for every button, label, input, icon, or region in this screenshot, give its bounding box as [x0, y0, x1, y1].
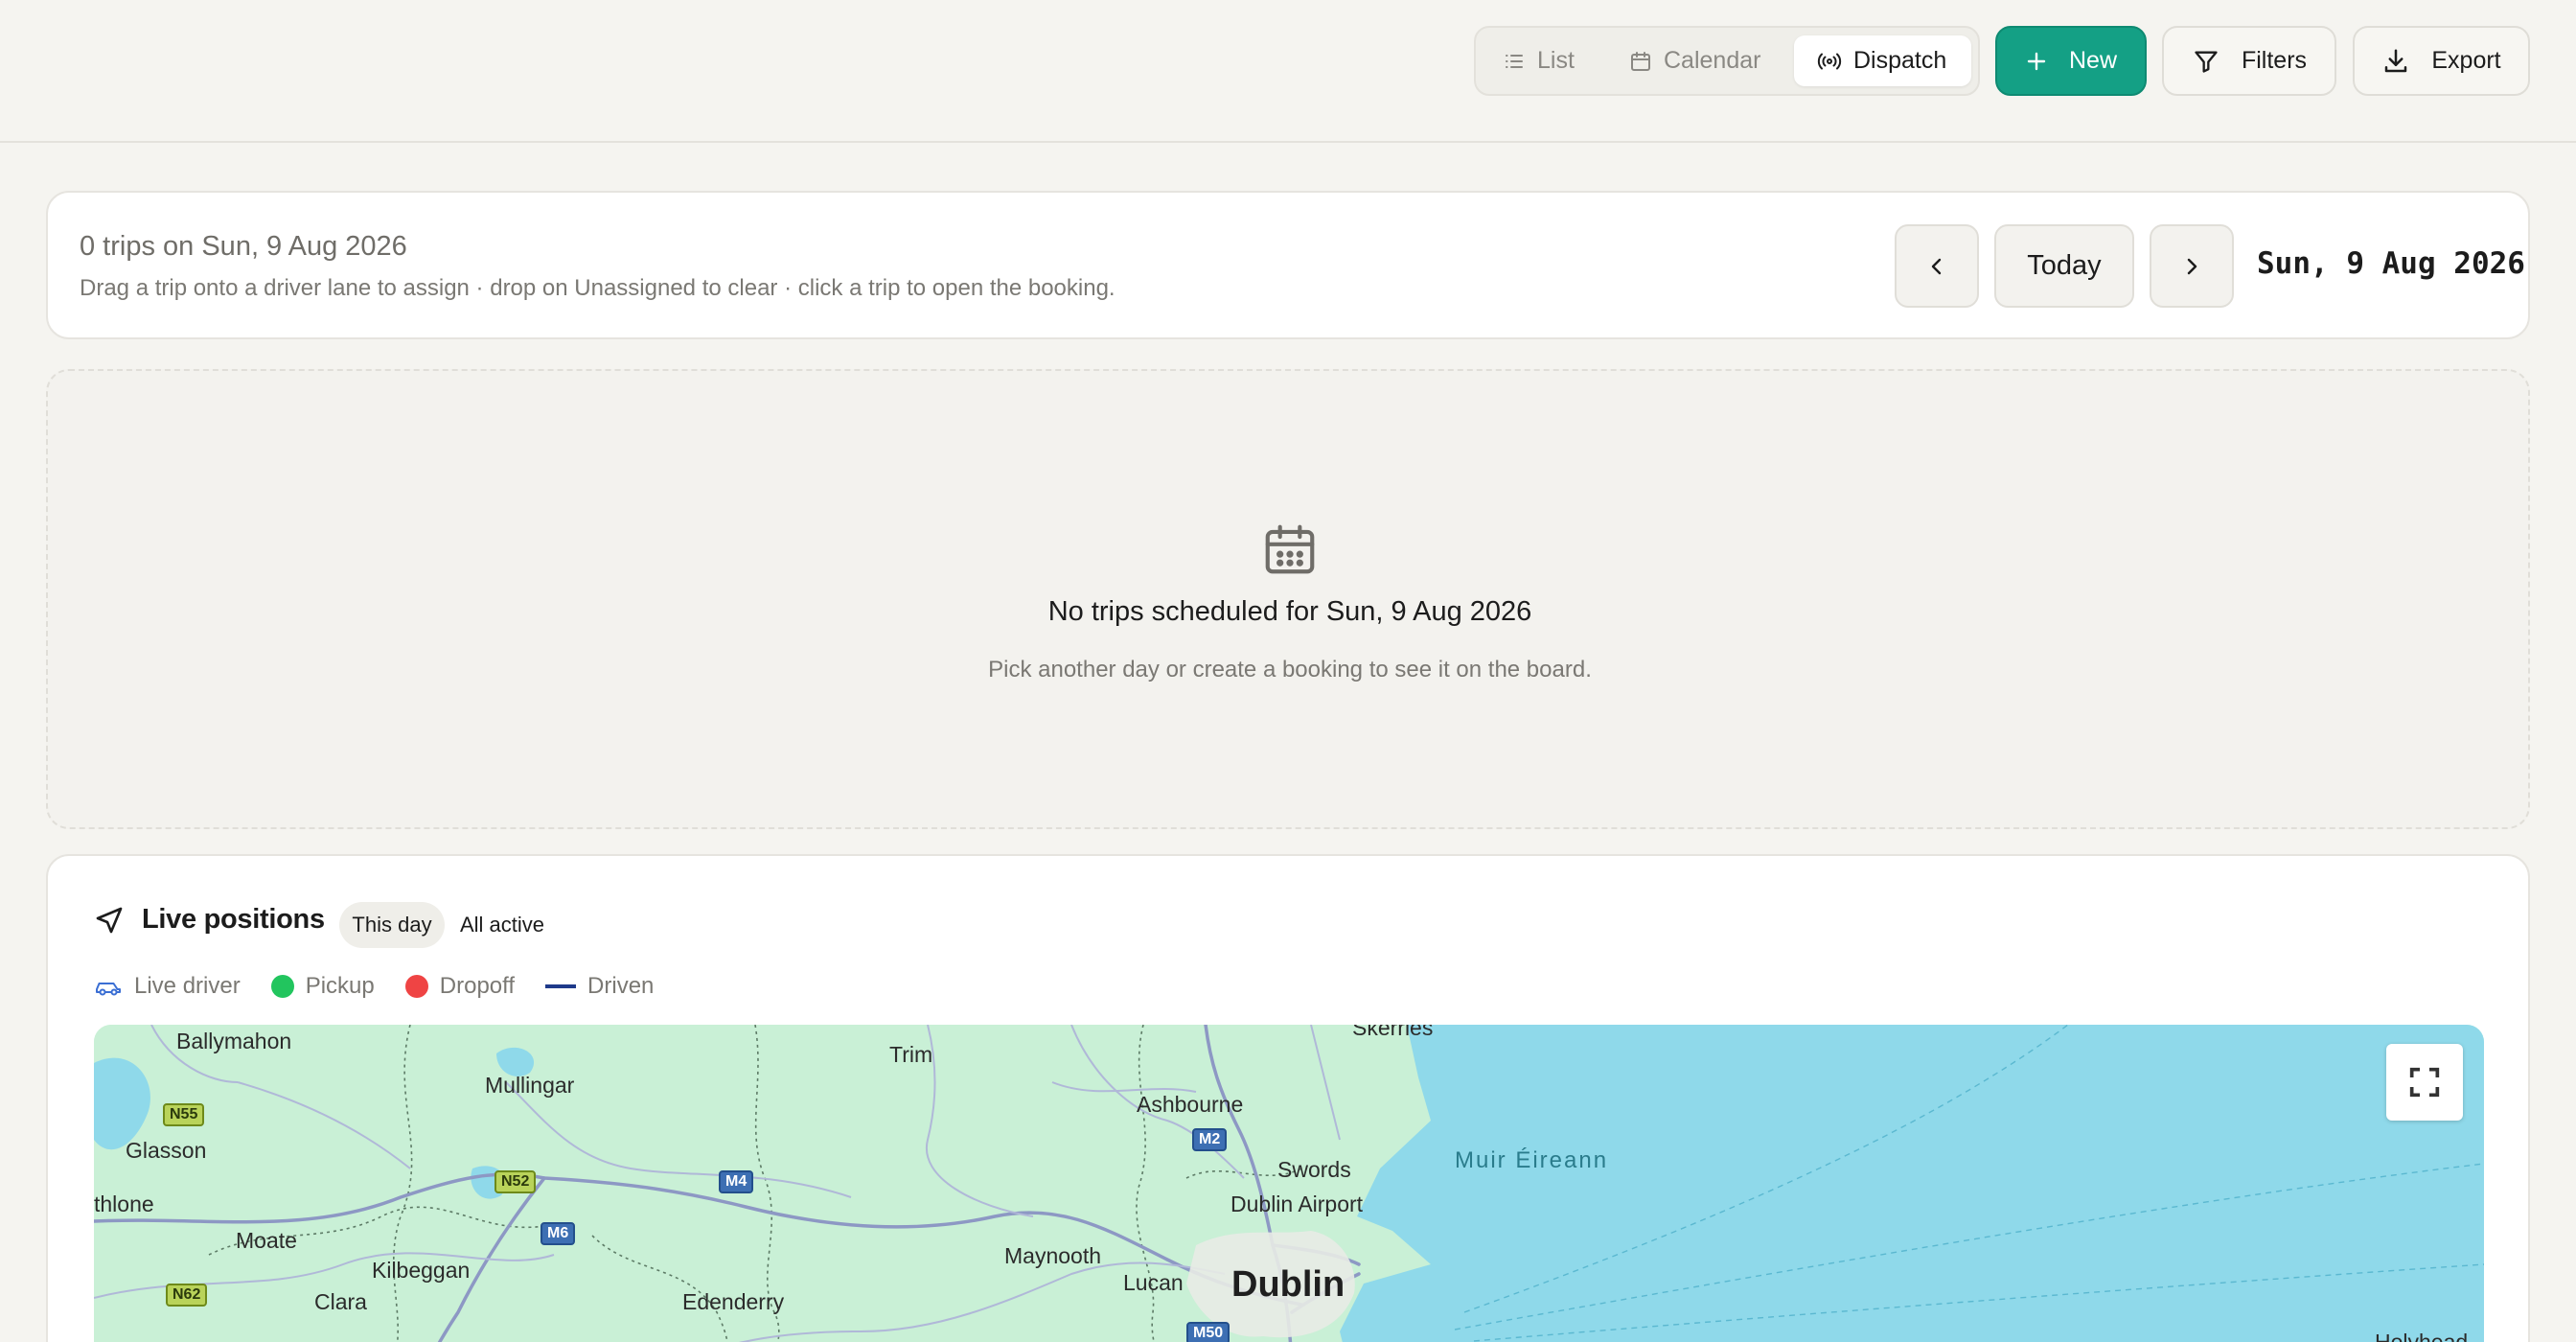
export-button[interactable]: Export — [2353, 26, 2530, 96]
place-edenderry: Edenderry — [682, 1289, 785, 1314]
place-clara: Clara — [314, 1289, 367, 1314]
place-maynooth: Maynooth — [1004, 1243, 1102, 1268]
road-shield-n62: N62 — [166, 1284, 208, 1307]
legend-dropoff-label: Dropoff — [439, 973, 516, 999]
chevron-right-icon — [2187, 258, 2197, 274]
place-ashbourne: Ashbourne — [1137, 1092, 1244, 1117]
tab-list[interactable]: List — [1503, 35, 1575, 86]
tab-list-label: List — [1537, 47, 1575, 74]
export-button-label: Export — [2431, 47, 2501, 74]
legend-pickup-label: Pickup — [305, 973, 375, 999]
road-shield-n55: N55 — [163, 1103, 205, 1126]
car-icon — [96, 983, 121, 996]
download-icon — [2385, 49, 2407, 72]
place-swords: Swords — [1277, 1157, 1351, 1182]
filter-icon — [2195, 51, 2218, 73]
dispatch-board[interactable]: No trips scheduled for Sun, 9 Aug 2026 P… — [46, 369, 2530, 829]
road-shield-m6: M6 — [540, 1222, 576, 1245]
legend-pickup: Pickup — [270, 973, 375, 1000]
place-mullingar: Mullingar — [485, 1073, 575, 1098]
fullscreen-icon — [2409, 1067, 2440, 1098]
filter-this-day[interactable]: This day — [339, 902, 445, 948]
top-toolbar: List Calendar Dispatch New Filters Expor… — [0, 0, 2576, 143]
legend-dropoff: Dropoff — [404, 973, 516, 1000]
tab-calendar[interactable]: Calendar — [1629, 35, 1760, 86]
tab-dispatch[interactable]: Dispatch — [1794, 35, 1972, 86]
chevron-left-icon — [1931, 258, 1942, 274]
place-ballymahon: Ballymahon — [176, 1029, 292, 1053]
empty-state-title: No trips scheduled for Sun, 9 Aug 2026 — [1047, 596, 1532, 627]
new-button[interactable]: New — [1995, 26, 2147, 96]
sea-label: Muir Éireann — [1455, 1147, 1609, 1173]
legend-live-driver: Live driver — [94, 973, 241, 1000]
place-holyhead: Holyhead — [2375, 1330, 2469, 1342]
legend-driven: Driven — [545, 973, 654, 1000]
place-dublin-airport: Dublin Airport — [1230, 1192, 1364, 1216]
place-dublin: Dublin — [1231, 1264, 1346, 1305]
day-summary-card: 0 trips on Sun, 9 Aug 2026 Drag a trip o… — [46, 191, 2530, 339]
fullscreen-button[interactable] — [2386, 1044, 2463, 1121]
filters-button-label: Filters — [2241, 47, 2308, 74]
dispatch-hint: Drag a trip onto a driver lane to assign… — [80, 275, 1116, 301]
place-kilbeggan: Kilbeggan — [372, 1258, 471, 1283]
map-legend: Live driver Pickup Dropoff Driven — [94, 973, 684, 1000]
pickup-dot-icon — [270, 975, 294, 998]
today-button[interactable]: Today — [1994, 224, 2134, 308]
place-skerries: Skerries — [1352, 1025, 1434, 1040]
dropoff-dot-icon — [404, 975, 428, 998]
calendar-icon — [1631, 51, 1650, 71]
tab-calendar-label: Calendar — [1664, 47, 1761, 74]
line-icon — [545, 984, 577, 988]
place-lucan: Lucan — [1123, 1270, 1184, 1295]
live-positions-panel: Live positions This day All active Live … — [46, 854, 2530, 1342]
live-map[interactable]: Ballymahon Mullingar Trim Ashbourne Sker… — [94, 1025, 2484, 1342]
place-moate: Moate — [236, 1228, 297, 1253]
live-positions-header: Live positions — [94, 904, 325, 936]
calendar-icon — [1265, 524, 1315, 574]
filter-all-active[interactable]: All active — [454, 902, 550, 948]
filters-button[interactable]: Filters — [2162, 26, 2336, 96]
trip-count-title: 0 trips on Sun, 9 Aug 2026 — [80, 231, 407, 262]
road-shield-m50: M50 — [1186, 1322, 1230, 1342]
broadcast-icon — [1817, 53, 1842, 69]
plus-icon — [2027, 52, 2046, 70]
tab-dispatch-label: Dispatch — [1853, 47, 1947, 74]
road-shield-n52: N52 — [494, 1170, 537, 1193]
place-glasson: Glasson — [126, 1138, 207, 1163]
new-button-label: New — [2068, 47, 2117, 74]
road-shield-m2: M2 — [1192, 1128, 1228, 1151]
legend-live-driver-label: Live driver — [134, 973, 241, 999]
place-athlone: thlone — [94, 1192, 154, 1216]
list-icon — [1506, 54, 1523, 68]
view-switcher: List Calendar Dispatch — [1474, 26, 1980, 96]
next-day-button[interactable] — [2150, 224, 2234, 308]
empty-state-subtitle: Pick another day or create a booking to … — [988, 657, 1592, 683]
legend-driven-label: Driven — [587, 973, 655, 999]
previous-day-button[interactable] — [1895, 224, 1979, 308]
place-trim: Trim — [889, 1042, 933, 1067]
current-date: Sun, 9 Aug 2026 — [2257, 246, 2525, 281]
live-positions-title: Live positions — [142, 904, 325, 935]
road-shield-m4: M4 — [719, 1170, 754, 1193]
navigation-arrow-icon — [96, 907, 123, 933]
